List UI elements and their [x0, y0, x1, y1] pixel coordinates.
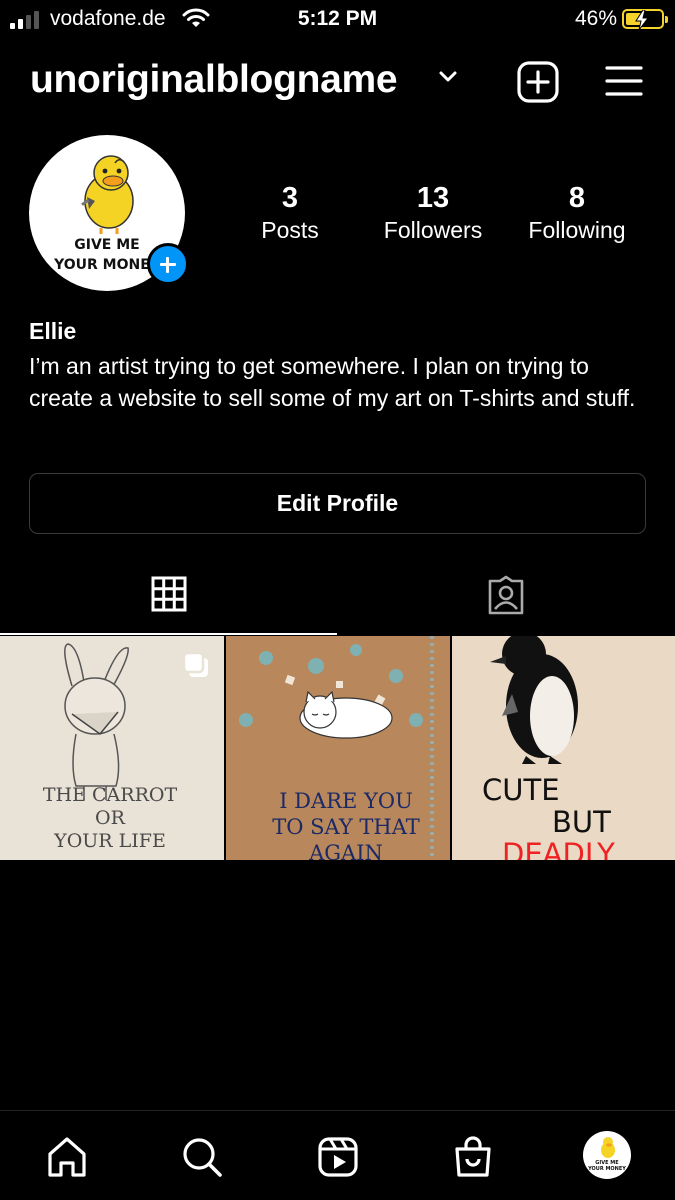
tab-tagged[interactable]	[337, 560, 674, 635]
post-caption-line: AGAIN	[309, 841, 383, 860]
post-caption-line: I DARE YOU	[279, 789, 413, 813]
username-switcher[interactable]: unoriginalblogname	[30, 58, 398, 102]
post-caption: I DARE YOU TO SAY THAT AGAIN	[256, 788, 436, 860]
followers-count-value: 13	[416, 182, 450, 214]
clock: 5:12 PM	[297, 7, 378, 30]
add-story-button[interactable]	[147, 243, 189, 285]
post-caption-line: THE CARROT	[42, 784, 178, 806]
home-icon[interactable]	[45, 1135, 89, 1179]
post-caption: THE CARROT OR YOUR LIFE	[30, 784, 190, 853]
post-caption-line: YOUR LIFE	[54, 830, 166, 852]
post-thumbnail[interactable]: THE CARROT OR YOUR LIFE	[0, 636, 224, 860]
search-icon[interactable]	[180, 1135, 224, 1179]
tagged-person-icon	[486, 575, 526, 620]
post-caption-line: CUTE	[482, 773, 560, 807]
display-name: Ellie	[29, 318, 77, 344]
following-count-value: 8	[568, 182, 586, 214]
edit-profile-button[interactable]: Edit Profile	[29, 473, 646, 534]
post-caption-line: TO SAY THAT	[272, 815, 420, 839]
post-thumbnail[interactable]: I DARE YOU TO SAY THAT AGAIN	[226, 636, 450, 860]
post-caption: CUTE BUT DEADLY	[482, 774, 652, 860]
post-caption-line: BUT	[552, 805, 611, 839]
status-bar: vodafone.de 5:12 PM 46%	[0, 0, 675, 38]
avatar-caption: GIVE ME YOUR MONEY	[583, 1160, 631, 1172]
battery-percent: 46%	[574, 7, 617, 30]
tab-grid[interactable]	[0, 560, 337, 635]
profile-header: unoriginalblogname	[0, 52, 675, 112]
following-count[interactable]: 8 Following	[517, 182, 637, 244]
reels-icon[interactable]	[316, 1135, 360, 1179]
shop-icon[interactable]	[451, 1135, 495, 1179]
following-count-label: Following	[528, 217, 626, 243]
posts-count-label: Posts	[261, 217, 319, 243]
new-post-icon[interactable]	[516, 60, 560, 104]
profile-avatar[interactable]: GIVE ME YOUR MONEY	[583, 1131, 631, 1179]
followers-count[interactable]: 13 Followers	[373, 182, 493, 244]
avatar-caption-line2: YOUR MONEY	[588, 1166, 626, 1172]
followers-count-label: Followers	[383, 217, 483, 243]
bio-text: I’m an artist trying to get somewhere. I…	[29, 353, 636, 411]
posts-count[interactable]: 3 Posts	[250, 182, 330, 244]
bottom-navigation: GIVE ME YOUR MONEY	[0, 1110, 675, 1200]
carousel-icon	[182, 651, 210, 679]
menu-icon[interactable]	[605, 64, 643, 98]
post-thumbnail[interactable]: CUTE BUT DEADLY	[452, 636, 675, 860]
battery-charging-icon	[622, 9, 668, 30]
posts-count-value: 3	[281, 182, 299, 214]
grid-icon	[151, 576, 187, 617]
chevron-down-icon[interactable]	[438, 70, 458, 89]
post-caption-line: OR	[95, 807, 125, 829]
post-caption-line: DEADLY	[502, 837, 615, 860]
